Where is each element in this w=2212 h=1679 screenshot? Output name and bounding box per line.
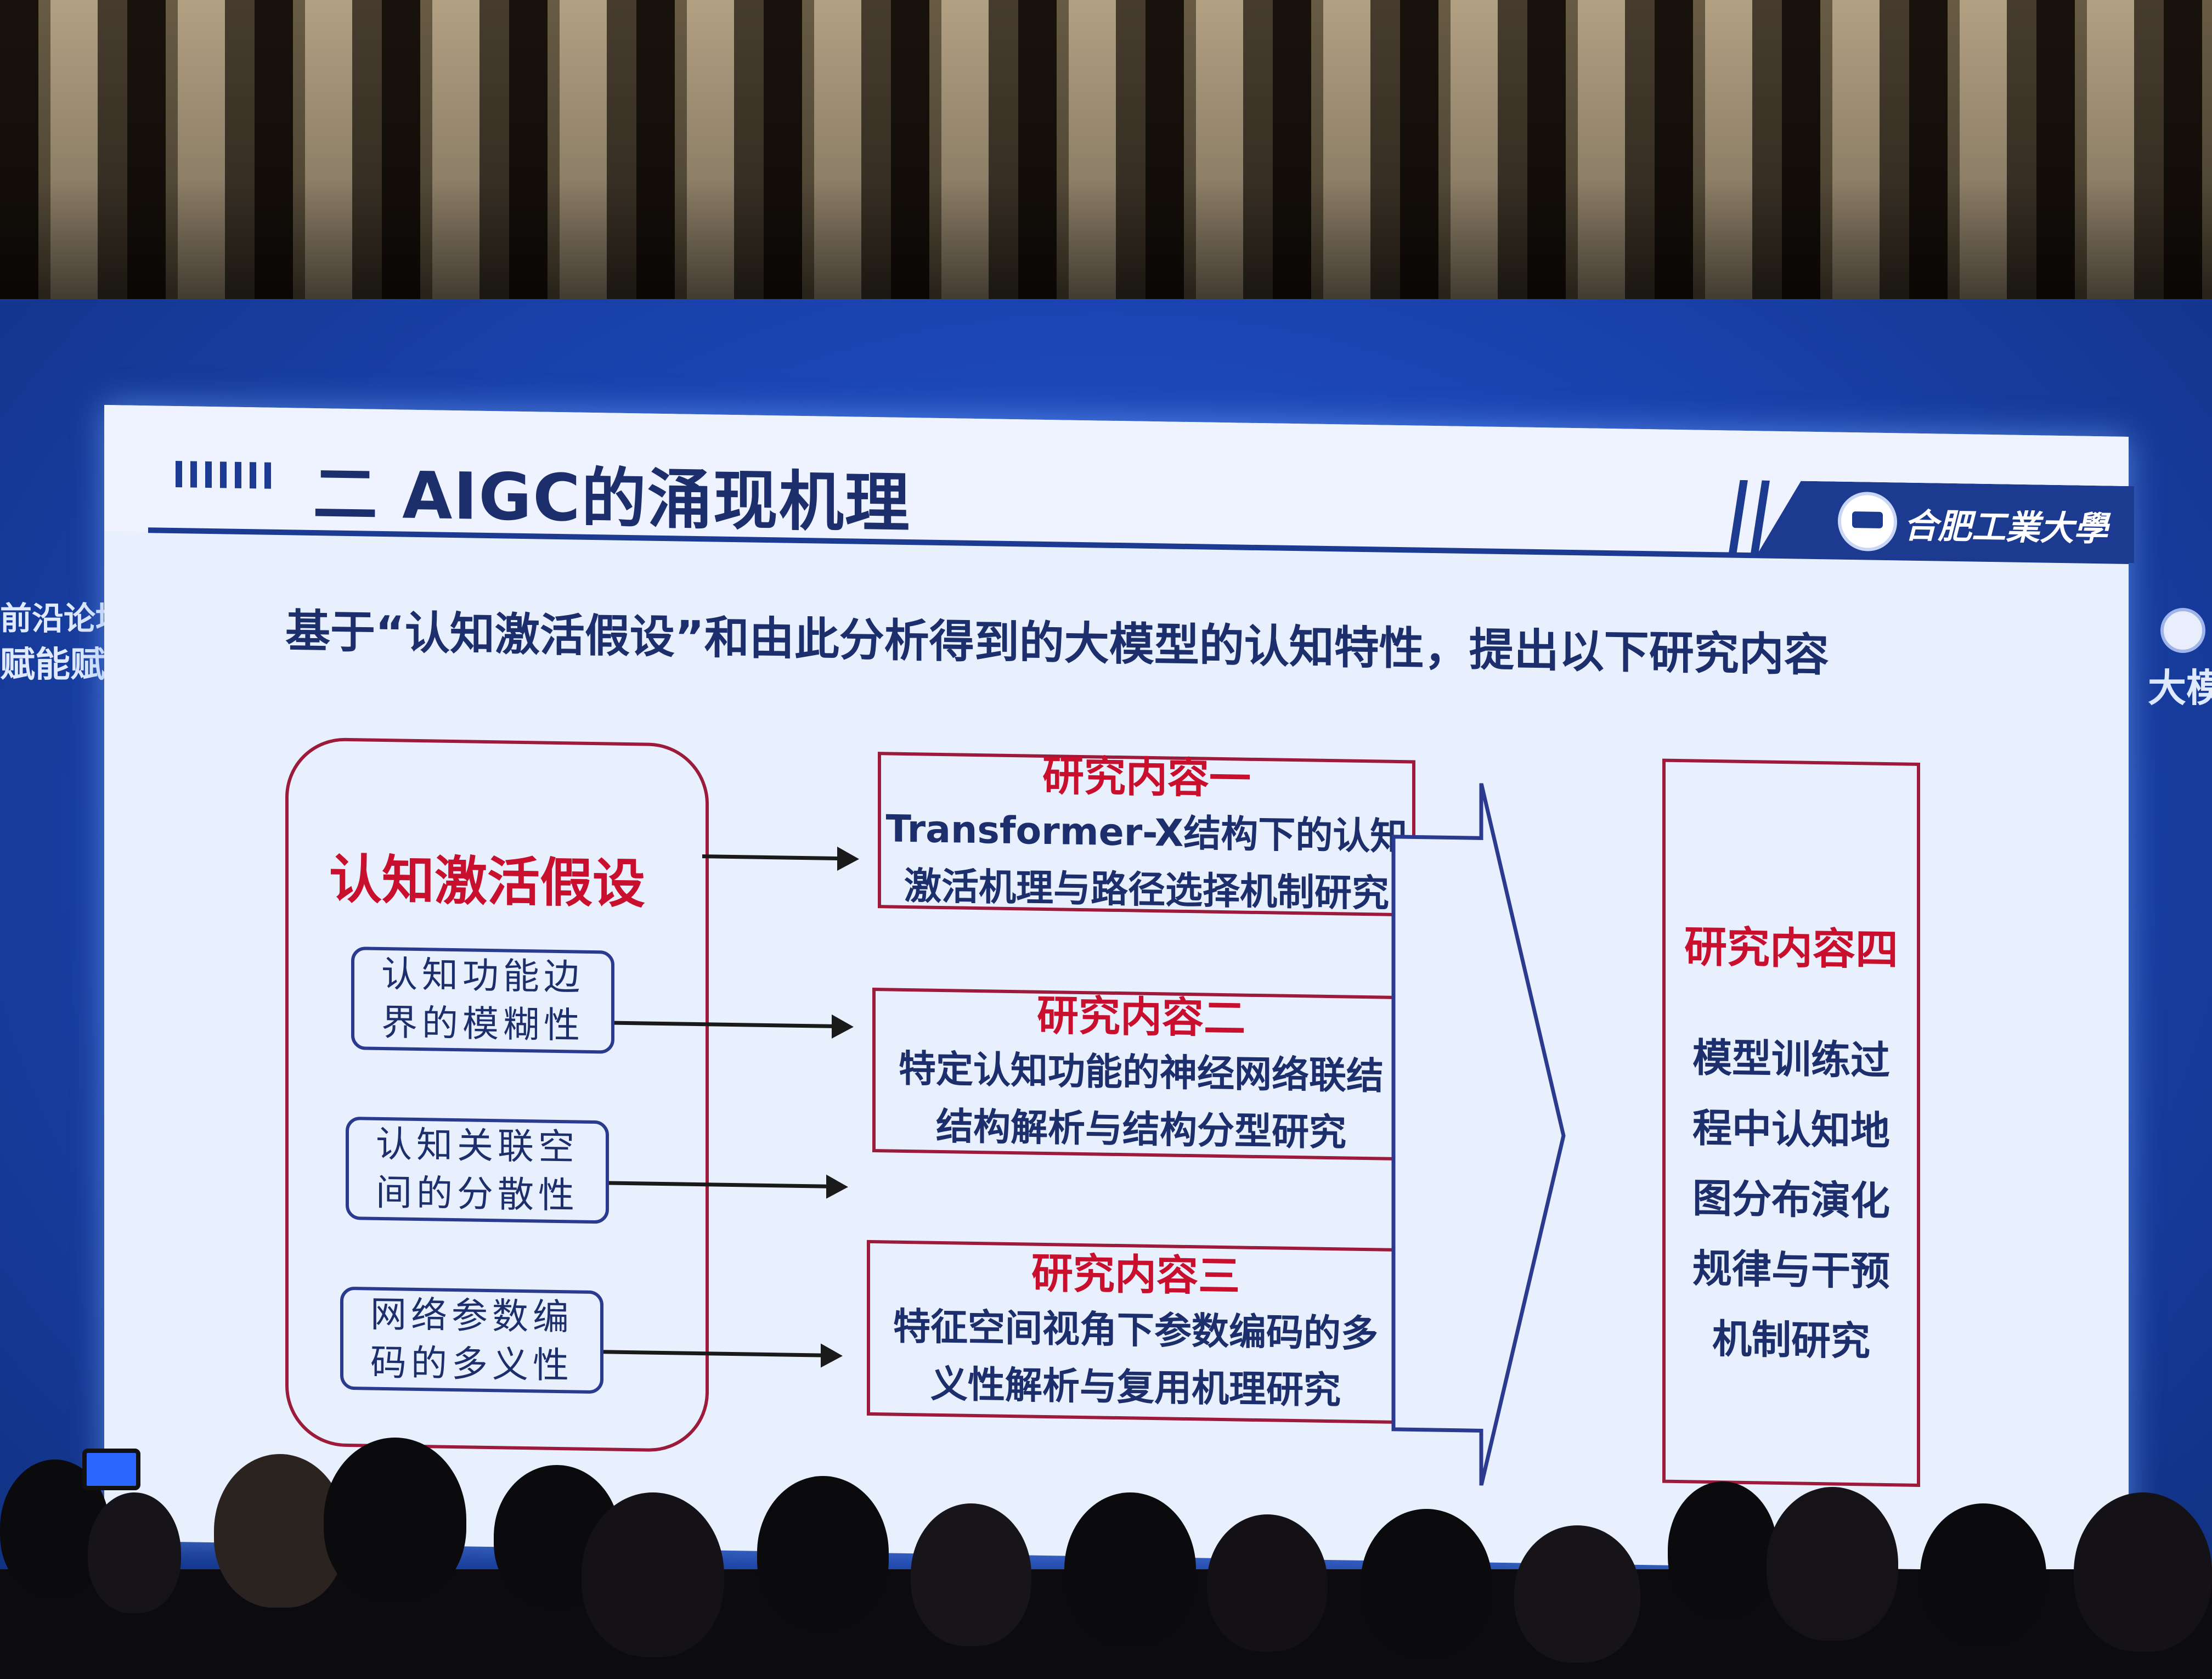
property-box-3: 网络参数编 码的多义性 (340, 1286, 603, 1394)
research-4-line-1: 模型训练过 (1692, 1034, 1890, 1084)
research-2-line-1: 特定认知功能的神经网络联结 (898, 1047, 1384, 1098)
audience-head (88, 1492, 181, 1613)
university-seal-icon (1838, 491, 1897, 552)
property-2-line-2: 间的分散性 (376, 1171, 579, 1217)
property-3-line-2: 码的多义性 (370, 1341, 573, 1387)
arrow-2-head-icon (832, 1014, 854, 1039)
research-box-1: 研究内容一 Transformer-X结构下的认知 激活机理与路径选择机制研究 (878, 751, 1415, 917)
seal-building-icon (1852, 511, 1883, 528)
research-box-3: 研究内容三 特征空间视角下参数编码的多 义性解析与复用机理研究 (867, 1239, 1404, 1424)
research-4-line-4: 规律与干预 (1692, 1245, 1890, 1295)
slide-subtitle: 基于“认知激活假设”和由此分析得到的大模型的认知特性，提出以下研究内容 (285, 605, 1829, 682)
phone-screen-icon (82, 1449, 140, 1490)
arrow-1-line (702, 854, 839, 861)
research-box-2: 研究内容二 特定认知功能的神经网络联结 结构解析与结构分型研究 (872, 987, 1410, 1161)
research-3-line-2: 义性解析与复用机理研究 (930, 1362, 1341, 1413)
audience-head (1668, 1481, 1778, 1619)
research-4-line-5: 机制研究 (1712, 1316, 1870, 1365)
property-1-line-1: 认知功能边 (381, 953, 584, 999)
audience-head (1767, 1487, 1898, 1641)
audience-head (911, 1503, 1031, 1646)
audience-head (1920, 1503, 2046, 1646)
hypothesis-title: 认知激活假设 (329, 848, 645, 915)
audience-head (1361, 1509, 1492, 1657)
research-3-title: 研究内容三 (1031, 1248, 1240, 1301)
audience-head (324, 1438, 466, 1602)
research-2-title: 研究内容二 (1037, 990, 1245, 1043)
research-1-title: 研究内容一 (1042, 751, 1251, 803)
property-box-1: 认知功能边 界的模糊性 (351, 946, 614, 1054)
research-1-line-2: 激活机理与路径选择机制研究 (904, 864, 1389, 916)
research-4-body: 模型训练过 程中认知地 图分布演化 规律与干预 机制研究 (1662, 1022, 1920, 1377)
research-1-line-1: Transformer-X结构下的认知 (885, 807, 1408, 859)
property-2-line-1: 认知关联空 (376, 1123, 579, 1169)
research-3-line-1: 特征空间视角下参数编码的多 (893, 1305, 1378, 1356)
research-4-line-2: 程中认知地 (1692, 1105, 1890, 1154)
research-4-line-3: 图分布演化 (1692, 1175, 1890, 1225)
arrow-4-head-icon (821, 1343, 843, 1368)
property-box-2: 认知关联空 间的分散性 (346, 1116, 609, 1224)
audience-head (1064, 1492, 1196, 1646)
research-4-title: 研究内容四 (1684, 922, 1898, 976)
ceiling-shadow (0, 0, 2212, 299)
arrow-3-head-icon (826, 1174, 848, 1199)
backdrop-right-text: 大模 (2148, 666, 2212, 711)
audience (0, 1427, 2212, 1679)
property-3-line-1: 网络参数编 (370, 1293, 573, 1339)
arrow-1-head-icon (837, 846, 859, 871)
projected-slide: 二 AIGC的涌现机理 合肥工業大學 基于“认知激活假设”和由此分析得到的大模型… (104, 405, 2129, 1573)
audience-head (2074, 1492, 2212, 1652)
university-logo-text: 合肥工業大學 (1904, 505, 2108, 549)
audience-head (582, 1492, 724, 1657)
research-2-line-2: 结构解析与结构分型研究 (935, 1105, 1346, 1155)
audience-head (757, 1476, 889, 1630)
audience-head (1514, 1525, 1640, 1663)
audience-head (1207, 1514, 1328, 1652)
backdrop-emblem-icon (2160, 608, 2205, 653)
header-bars-icon (176, 461, 274, 489)
slide-title: 二 AIGC的涌现机理 (313, 455, 911, 542)
big-right-arrow-icon (1391, 782, 1566, 1486)
property-1-line-2: 界的模糊性 (381, 1001, 584, 1047)
